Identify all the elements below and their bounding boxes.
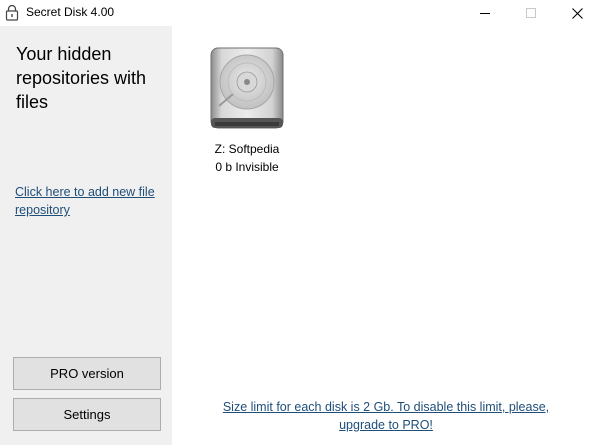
title-bar: Secret Disk 4.00: [0, 0, 600, 26]
limit-notice-line1: Size limit for each disk is 2 Gb. To dis…: [222, 400, 550, 414]
minimize-icon: [479, 8, 491, 19]
minimize-button[interactable]: [462, 0, 508, 26]
sidebar: Your hidden repositories with files Clic…: [0, 26, 172, 445]
repository-area: Z: Softpedia 0 b Invisible Size limit fo…: [172, 26, 600, 445]
lock-icon: [4, 4, 20, 21]
limit-notice-line2: upgrade to PRO!: [339, 418, 433, 432]
settings-button[interactable]: Settings: [13, 398, 161, 431]
disk-status: 0 b Invisible: [215, 160, 279, 174]
upgrade-link[interactable]: Size limit for each disk is 2 Gb. To dis…: [172, 398, 600, 434]
disk-item[interactable]: Z: Softpedia 0 b Invisible: [202, 44, 292, 176]
maximize-button[interactable]: [508, 0, 554, 26]
disk-name: Z: Softpedia: [214, 142, 280, 156]
window-title: Secret Disk 4.00: [26, 5, 115, 19]
hard-drive-icon: [202, 44, 292, 134]
add-repository-link[interactable]: Click here to add new file repository: [15, 183, 165, 219]
maximize-icon: [525, 7, 537, 19]
close-button[interactable]: [554, 0, 600, 26]
close-icon: [571, 7, 583, 19]
pro-version-button[interactable]: PRO version: [13, 357, 161, 390]
sidebar-heading: Your hidden repositories with files: [16, 44, 147, 112]
